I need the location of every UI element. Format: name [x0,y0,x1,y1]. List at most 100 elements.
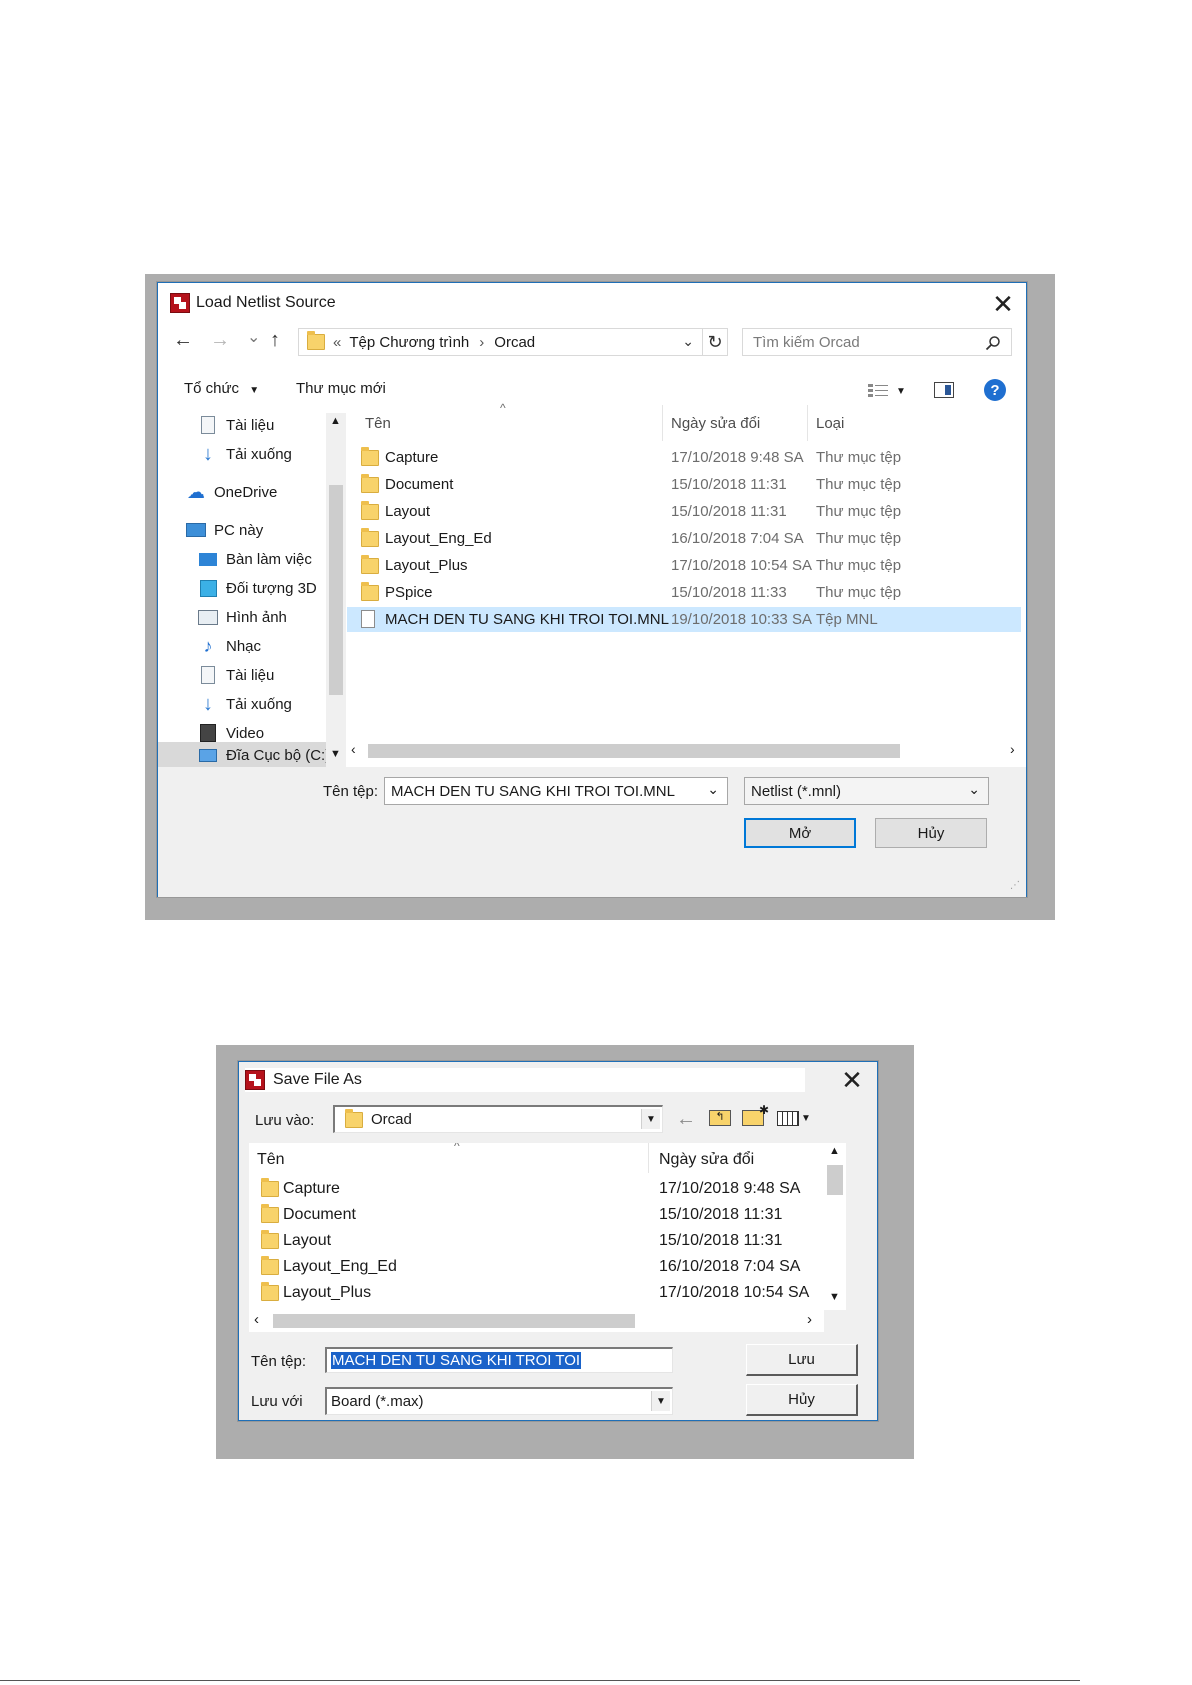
sidebar-item-label: PC này [214,521,264,539]
help-icon[interactable]: ? [984,379,1006,401]
column-header-date[interactable]: Ngày sửa đổi [663,405,808,441]
dialog-title: Load Netlist Source [196,294,336,311]
sidebar-item-onedrive[interactable]: ☁ OneDrive [186,482,277,502]
new-folder-button[interactable]: Thư mục mới [296,380,386,397]
chevron-down-icon[interactable]: ⌄ [707,781,719,798]
filename-input[interactable]: MACH DEN TU SANG KHI TROI TOI.MNL ⌄ [384,777,728,805]
title-bar: Load Netlist Source [170,291,1010,315]
file-row[interactable]: Document 15/10/2018 11:31 [249,1202,824,1227]
sidebar-item-downloads[interactable]: ↓ Tải xuống [198,443,292,465]
column-header-name[interactable]: Tên [249,1143,649,1173]
scroll-down-arrow-icon[interactable]: ▼ [829,1291,840,1303]
file-row[interactable]: Capture 17/10/2018 9:48 SA Thư mục tệp [347,445,1021,470]
up-arrow-icon[interactable]: ↑ [270,329,280,352]
sidebar-item-label: Tài liệu [226,416,275,434]
document-icon [198,415,218,435]
file-row[interactable]: Capture 17/10/2018 9:48 SA [249,1176,824,1201]
hscrollbar-thumb[interactable] [368,744,900,758]
breadcrumb-separator: › [479,333,485,351]
file-row[interactable]: PSpice 15/10/2018 11:33 Thư mục tệp [347,580,1021,605]
save-as-type-select[interactable]: Board (*.max) ▼ [325,1387,673,1415]
sidebar-item-documents[interactable]: Tài liệu [198,665,274,685]
sidebar-scrollbar-thumb[interactable] [329,485,343,695]
scroll-right-arrow-icon[interactable]: › [807,1311,812,1328]
up-one-level-icon[interactable]: ↰ [709,1110,731,1126]
sidebar-item-3d-objects[interactable]: Đối tượng 3D [198,578,317,598]
file-row[interactable]: MACH DEN TU SANG KHI TROI TOI.MNL 19/10/2… [347,607,1021,632]
close-icon[interactable]: ✕ [990,291,1016,317]
filename-label: Tên tệp: [251,1353,307,1370]
sidebar-item-this-pc[interactable]: PC này [186,520,263,540]
address-bar[interactable]: « Tệp Chương trình › Orcad ⌄ [298,328,703,356]
back-arrow-icon[interactable]: ← [676,1108,696,1131]
cancel-button[interactable]: Hủy [875,818,987,848]
column-header-name[interactable]: Tên [355,405,663,441]
folder-icon [361,447,379,466]
file-row[interactable]: Layout_Plus 17/10/2018 10:54 SA Thư mục tệ… [347,553,1021,578]
cancel-button[interactable]: Hủy [746,1384,858,1416]
search-input[interactable]: Tìm kiếm Orcad [742,328,1012,356]
sidebar-item-pictures[interactable]: Hình ảnh [198,607,287,627]
organize-menu[interactable]: Tổ chức ▼ [184,380,259,397]
dropdown-arrow-icon[interactable]: ▼ [651,1391,670,1411]
column-header-date[interactable]: Ngày sửa đổi [649,1143,824,1173]
sidebar-item-local-disk[interactable]: Đĩa Cục bộ (C:) [158,742,330,768]
scroll-down-arrow-icon[interactable]: ▼ [330,748,341,760]
file-type-select[interactable]: Netlist (*.mnl) ⌄ [744,777,989,805]
back-arrow-icon[interactable]: ← [173,329,193,352]
file-list-hscrollbar[interactable]: ‹ › [346,739,1026,761]
sidebar-item-music[interactable]: ♪ Nhạc [198,636,262,656]
sidebar-item-videos[interactable]: Video [198,723,264,743]
sidebar-scrollbar[interactable]: ▲ ▼ [326,413,346,768]
breadcrumb-item[interactable]: Tệp Chương trình [349,334,469,351]
address-dropdown-chevron-icon[interactable]: ⌄ [682,333,694,350]
view-menu-icon[interactable]: ▼ [777,1110,817,1126]
file-row[interactable]: Layout_Plus 17/10/2018 10:54 SA [249,1280,824,1305]
scroll-up-arrow-icon[interactable]: ▲ [330,415,341,427]
file-row[interactable]: Document 15/10/2018 11:31 Thư mục tệp [347,472,1021,497]
file-name: Layout [385,503,431,520]
save-in-select[interactable]: Orcad ▼ [333,1105,663,1133]
file-row[interactable]: Layout_Eng_Ed 16/10/2018 7:04 SA Thư mục t… [347,526,1021,551]
file-icon [361,610,375,628]
picture-icon [198,607,218,627]
recent-locations-chevron-icon[interactable]: ⌄ [247,327,260,347]
open-button[interactable]: Mở [744,818,856,848]
file-name: Capture [385,449,439,466]
sidebar-item-documents[interactable]: Tài liệu [198,415,274,435]
scroll-left-arrow-icon[interactable]: ‹ [254,1311,259,1328]
scroll-up-arrow-icon[interactable]: ▲ [829,1145,840,1157]
save-button[interactable]: Lưu [746,1344,858,1376]
breadcrumb-prefix[interactable]: « [333,334,341,351]
filename-input[interactable]: MACH DEN TU SANG KHI TROI TOI [325,1347,673,1373]
file-row[interactable]: Layout_Eng_Ed 16/10/2018 7:04 SA [249,1254,824,1279]
resize-grip-icon[interactable]: ⋰ [1010,880,1020,891]
create-new-folder-icon[interactable]: ✱ [742,1103,769,1126]
file-list-hscrollbar[interactable]: ‹ › [249,1310,824,1332]
folder-icon [361,582,379,601]
sidebar-item-desktop[interactable]: Bàn làm việc [198,549,312,569]
breadcrumb-item[interactable]: Orcad [494,334,535,351]
folder-icon [261,1178,279,1197]
hscrollbar-thumb[interactable] [273,1314,635,1328]
file-row[interactable]: Layout 15/10/2018 11:31 [249,1228,824,1253]
preview-pane-icon[interactable] [934,382,954,398]
close-icon[interactable]: ✕ [839,1067,865,1093]
file-list-vscrollbar[interactable]: ▲ ▼ [824,1143,846,1310]
sidebar-item-label: Nhạc [226,637,262,655]
forward-arrow-icon[interactable]: → [210,329,230,352]
file-date: 17/10/2018 9:48 SA [671,449,804,466]
sidebar-item-downloads[interactable]: ↓ Tải xuống [198,693,292,715]
view-options-icon[interactable]: ▼ [868,381,908,401]
scroll-left-arrow-icon[interactable]: ‹ [351,741,356,757]
file-row[interactable]: Layout 15/10/2018 11:31 Thư mục tệp [347,499,1021,524]
refresh-icon[interactable]: ↻ [703,328,728,356]
file-date: 15/10/2018 11:31 [671,503,787,520]
scroll-right-arrow-icon[interactable]: › [1010,741,1015,757]
column-header-type[interactable]: Loại [808,405,948,441]
sidebar-item-label: OneDrive [214,483,278,501]
dropdown-arrow-icon[interactable]: ▼ [641,1109,660,1129]
chevron-down-icon[interactable]: ⌄ [968,781,980,798]
vscrollbar-thumb[interactable] [827,1165,843,1195]
filename-value: MACH DEN TU SANG KHI TROI TOI.MNL [391,782,675,800]
